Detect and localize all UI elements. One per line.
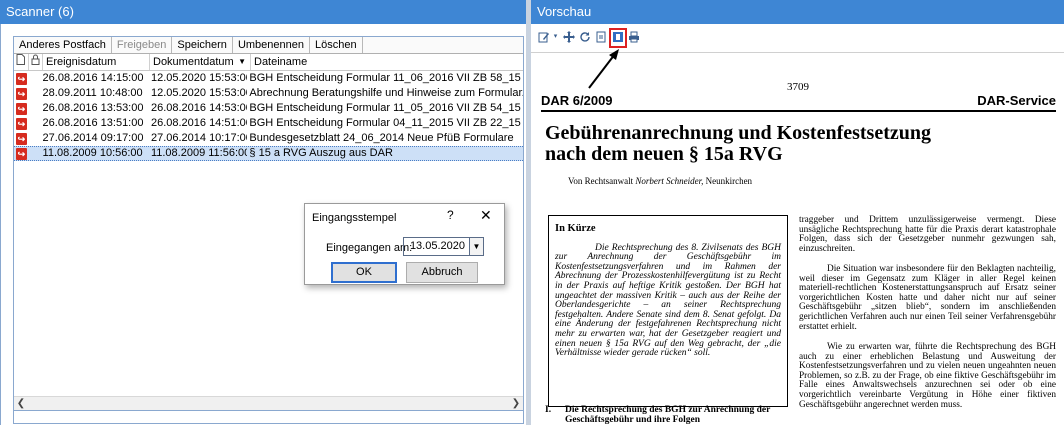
author-prefix: Von Rechtsanwalt — [568, 176, 636, 186]
scanner-panel-title: Scanner (6) — [0, 0, 526, 24]
event-date-cell: 26.08.2016 13:53:00 — [42, 102, 144, 114]
author-name: Norbert Schneider, — [635, 176, 704, 186]
pdf-icon: ↪ — [15, 87, 27, 100]
rename-button[interactable]: Umbenennen — [233, 37, 310, 53]
table-row[interactable]: ↪ 26.08.2016 14:15:00 12.05.2020 15:53:00 B… — [14, 71, 523, 86]
column-file-name[interactable]: Dateiname — [251, 54, 511, 70]
body-paragraph-1: traggeber und Drittem unzulässigerweise … — [799, 215, 1056, 254]
other-mailbox-button[interactable]: Anderes Postfach — [14, 37, 112, 53]
scanner-toolbar: Anderes Postfach Freigeben Speichern Umb… — [14, 37, 523, 54]
sort-desc-icon: ▼ — [238, 57, 246, 66]
pdf-icon: ↪ — [15, 117, 27, 130]
document-date-cell: 27.06.2014 10:17:00 — [150, 132, 248, 144]
help-icon[interactable]: ? — [447, 208, 454, 222]
document-column-icon[interactable] — [14, 54, 29, 70]
lock-cell — [29, 131, 43, 146]
table-row[interactable]: ↪ 26.08.2016 13:51:00 26.08.2016 14:51:00 B… — [14, 116, 523, 131]
ok-button[interactable]: OK — [331, 262, 397, 283]
table-row[interactable]: ↪ 26.08.2016 13:53:00 26.08.2016 14:53:00 B… — [14, 101, 523, 116]
edit-dropdown-icon[interactable]: ▾ — [553, 31, 558, 43]
pdf-icon: ↪ — [15, 72, 27, 85]
delete-button[interactable]: Löschen — [310, 37, 363, 53]
file-name-cell: § 15 a RVG Auszug aus DAR — [249, 147, 393, 159]
document-date-cell: 12.05.2020 15:53:00 — [150, 87, 248, 99]
event-date-cell: 27.06.2014 09:17:00 — [42, 132, 144, 144]
journal-issue: DAR 6/2009 — [541, 93, 613, 108]
document-preview-page: 3709 DAR 6/2009 DAR-Service Gebührenanre… — [531, 53, 1064, 425]
document-date-cell: 26.08.2016 14:53:00 — [150, 102, 248, 114]
print-icon[interactable] — [628, 31, 640, 43]
body-paragraph-2: Die Situation war insbesondere für den B… — [799, 264, 1056, 332]
page-icon[interactable] — [595, 31, 607, 43]
event-date-cell: 26.08.2016 13:51:00 — [42, 117, 144, 129]
pdf-icon: ↪ — [15, 147, 27, 160]
stamp-highlight-box — [609, 28, 627, 48]
summary-text: Die Rechtsprechung des 8. Zivilsenats de… — [555, 242, 781, 359]
article-headline: Gebührenanrechnung und Kostenfestsetzung… — [545, 123, 931, 165]
pointer-arrow — [588, 49, 619, 89]
table-row[interactable]: ↪ 27.06.2014 09:17:00 27.06.2014 10:17:00 B… — [14, 131, 523, 146]
file-name-cell: Abrechnung Beratungshilfe und Hinweise z… — [249, 87, 523, 99]
received-on-label: Eingegangen am: — [326, 242, 413, 254]
event-date-cell: 11.08.2009 10:56:00 — [42, 147, 143, 159]
received-date-field[interactable]: 13.05.2020 — [403, 237, 470, 256]
section-title: Die Rechtsprechung des BGH zur Anrechnun… — [565, 405, 771, 425]
file-name-cell: Bundesgesetzblatt 24_06_2014 Neue PfüB F… — [249, 132, 514, 144]
page-number: 3709 — [787, 81, 809, 93]
receipt-stamp-dialog: Eingangsstempel ? ✕ Eingegangen am: 13.0… — [304, 203, 505, 285]
close-icon[interactable]: ✕ — [480, 207, 492, 224]
author-suffix: Neunkirchen — [703, 176, 753, 186]
list-header: Ereignisdatum Dokumentdatum ▼ Dateiname — [14, 54, 523, 71]
save-button[interactable]: Speichern — [172, 37, 233, 53]
file-name-cell: BGH Entscheidung Formular 04_11_2015 VII… — [249, 117, 521, 129]
document-list: ↪ 26.08.2016 14:15:00 12.05.2020 15:53:00 B… — [14, 71, 523, 161]
edit-icon[interactable] — [538, 31, 550, 43]
file-name-cell: BGH Entscheidung Formular 11_06_2016 VII… — [249, 72, 521, 84]
dialog-title: Eingangsstempel — [312, 212, 397, 224]
preview-panel-title: Vorschau — [531, 0, 1064, 24]
document-date-cell: 26.08.2016 14:51:00 — [150, 117, 248, 129]
summary-title: In Kürze — [555, 223, 596, 234]
pdf-icon: ↪ — [15, 132, 27, 145]
lock-cell — [29, 71, 43, 86]
move-icon[interactable] — [563, 31, 575, 43]
event-date-cell: 28.09.2011 10:48:00 — [42, 87, 143, 99]
horizontal-scrollbar[interactable]: ❮ ❯ — [14, 396, 523, 411]
lock-cell — [29, 86, 43, 101]
file-name-cell: BGH Entscheidung Formular 11_05_2016 VII… — [249, 102, 521, 114]
list-footer — [14, 410, 523, 423]
release-button[interactable]: Freigeben — [112, 37, 173, 53]
pdf-icon: ↪ — [15, 102, 27, 115]
column-document-date-label: Dokumentdatum — [153, 56, 234, 68]
column-event-date[interactable]: Ereignisdatum — [43, 54, 150, 70]
event-date-cell: 26.08.2016 14:15:00 — [42, 72, 144, 84]
body-paragraph-3: Wie zu erwarten war, führte die Rechtspr… — [799, 342, 1056, 410]
scroll-right-icon[interactable]: ❯ — [509, 397, 523, 411]
rotate-icon[interactable] — [579, 31, 591, 43]
journal-section: DAR-Service — [977, 93, 1056, 108]
table-row[interactable]: ↪ 28.09.2011 10:48:00 12.05.2020 15:53:00 A… — [14, 86, 523, 101]
headline-line-2: nach dem neuen § 15a RVG — [545, 143, 783, 165]
lock-cell — [29, 101, 43, 116]
header-rule — [541, 110, 1056, 112]
date-dropdown-icon[interactable]: ▼ — [470, 237, 484, 256]
lock-column-icon[interactable] — [29, 54, 43, 70]
article-author: Von Rechtsanwalt Norbert Schneider, Neun… — [568, 176, 752, 186]
table-row[interactable]: ↪ 11.08.2009 10:56:00 11.08.2009 11:56:00 §… — [14, 146, 523, 161]
column-document-date[interactable]: Dokumentdatum ▼ — [150, 54, 251, 70]
scroll-left-icon[interactable]: ❮ — [14, 397, 28, 411]
section-number: I. — [545, 405, 552, 415]
summary-box: In Kürze Die Rechtsprechung des 8. Zivil… — [548, 215, 788, 407]
lock-cell — [29, 116, 43, 131]
document-date-cell: 12.05.2020 15:53:00 — [150, 72, 248, 84]
cancel-button[interactable]: Abbruch — [406, 262, 478, 283]
headline-line-1: Gebührenanrechnung und Kostenfestsetzung — [545, 122, 931, 144]
document-date-cell: 11.08.2009 11:56:00 — [150, 147, 248, 159]
lock-cell — [29, 146, 43, 161]
